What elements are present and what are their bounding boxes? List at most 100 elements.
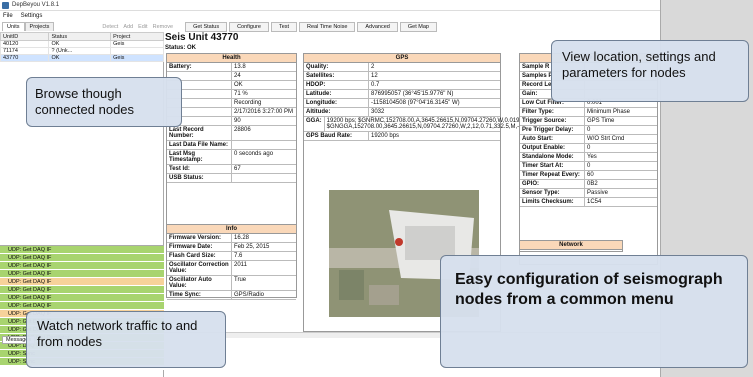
menu-settings[interactable]: Settings xyxy=(21,13,43,19)
table-row[interactable]: 40120 OK Geis xyxy=(0,40,164,48)
info-value: 16.28 xyxy=(234,235,250,241)
info-label: Firmware Version: xyxy=(167,234,232,242)
test-button[interactable]: Test xyxy=(270,21,298,32)
health-label: Test Id: xyxy=(167,165,232,173)
list-item[interactable]: UDP: Get DAQ IF xyxy=(0,302,164,310)
list-item[interactable]: UDP: Get DAQ IF xyxy=(0,278,164,286)
params-label: Standalone Mode: xyxy=(520,153,585,161)
callout-view: View location, settings and parameters f… xyxy=(551,40,749,102)
health-value: 24 xyxy=(234,73,241,79)
toolbar: Units Projects Detect Add Edit Remove Ge… xyxy=(0,21,753,32)
node-table: UnitID Status Project 40120 OK Geis 7117… xyxy=(0,32,164,62)
gps-label: HDOP: xyxy=(304,81,369,89)
get-status-button[interactable]: Get Status xyxy=(185,21,228,32)
info-row: Firmware Version: 16.28 xyxy=(167,234,296,243)
info-label: Flash Card Size: xyxy=(167,252,232,260)
gps-value: 876995057 (36°45'15.9776" N) xyxy=(371,91,454,97)
health-row: 2/17/2016 3:27:00 PM xyxy=(167,108,296,117)
gps-value: 12 xyxy=(371,73,378,79)
col-project[interactable]: Project xyxy=(110,32,164,41)
health-row: 90 xyxy=(167,117,296,126)
health-value: OK xyxy=(234,82,243,88)
gps-row: HDOP: 0.7 xyxy=(304,81,500,90)
list-item[interactable]: UDP: Get DAQ IF xyxy=(0,270,164,278)
gps-row: GPS Baud Rate: 19200 bps xyxy=(304,132,500,141)
list-item[interactable]: UDP: Get DAQ IF xyxy=(0,246,164,254)
params-value: 0 xyxy=(587,163,591,169)
info-label: Oscillator Correction Value: xyxy=(167,261,232,275)
params-label: Timer Start At: xyxy=(520,162,585,170)
params-label: Trigger Source: xyxy=(520,117,585,125)
params-row: Timer Repeat Every: 60 xyxy=(520,171,657,180)
health-value: 71 % xyxy=(234,91,248,97)
get-map-button[interactable]: Get Map xyxy=(399,21,437,32)
edit-button[interactable]: Edit xyxy=(138,24,147,30)
gps-value: -1158104508 (97°04'16.3145" W) xyxy=(371,100,460,106)
title-bar: DepBeyou V1.8.1 xyxy=(0,0,753,11)
params-label: GPIO: xyxy=(520,180,585,188)
status-text: Status: OK xyxy=(165,45,197,51)
real-time-noise-button[interactable]: Real Time Noise xyxy=(299,21,356,32)
params-row: Trigger Source: GPS Time xyxy=(520,117,657,126)
params-value: 0 xyxy=(587,145,591,151)
detect-button[interactable]: Detect xyxy=(102,24,118,30)
gps-label: Altitude: xyxy=(304,108,369,116)
advanced-button[interactable]: Advanced xyxy=(357,21,398,32)
health-label: Battery: xyxy=(167,63,232,71)
tab-units[interactable]: Units xyxy=(2,22,25,31)
gps-row: Altitude: 3032 xyxy=(304,108,500,117)
info-row: Flash Card Size: 7.6 xyxy=(167,252,296,261)
params-label: Timer Repeat Every: xyxy=(520,171,585,179)
configure-button[interactable]: Configure xyxy=(229,21,269,32)
health-label: Last Msg Timestamp: xyxy=(167,150,232,164)
health-row: Recording xyxy=(167,99,296,108)
params-row: Timer Start At: 0 xyxy=(520,162,657,171)
gps-label: Satellites: xyxy=(304,72,369,80)
info-value: Feb 25, 2015 xyxy=(234,244,270,250)
list-item[interactable]: UDP: Get DAQ IF xyxy=(0,262,164,270)
health-header: Health xyxy=(167,54,296,63)
info-row: Firmware Date: Feb 25, 2015 xyxy=(167,243,296,252)
col-status[interactable]: Status xyxy=(48,32,112,41)
health-value: 67 xyxy=(234,166,241,172)
page-title: Seis Unit 43770 xyxy=(165,32,239,43)
health-row: Test Id: 67 xyxy=(167,165,296,174)
params-value: GPS Time xyxy=(587,118,615,124)
health-label: Last Data File Name: xyxy=(167,141,232,149)
callout-config: Easy configuration of seismograph nodes … xyxy=(440,255,748,368)
params-row: GPIO: 0B2 xyxy=(520,180,657,189)
add-button[interactable]: Add xyxy=(123,24,133,30)
health-value: 2/17/2016 3:27:00 PM xyxy=(234,109,294,115)
list-item[interactable]: UDP: Get DAQ IF xyxy=(0,294,164,302)
health-label: Last Record Number: xyxy=(167,126,232,140)
tab-projects[interactable]: Projects xyxy=(24,22,55,31)
info-panel: Info Firmware Version: 16.28 Firmware Date… xyxy=(166,224,297,300)
health-row: 71 % xyxy=(167,90,296,99)
table-row[interactable]: 43770 OK Geis xyxy=(0,54,164,62)
gps-label: Latitude: xyxy=(304,90,369,98)
params-value: Minimum Phase xyxy=(587,109,631,115)
health-row: Last Data File Name: xyxy=(167,141,296,150)
gps-label: GGA: xyxy=(304,117,325,131)
network-header: Network xyxy=(520,241,622,250)
gps-row: Satellites: 12 xyxy=(304,72,500,81)
remove-button[interactable]: Remove xyxy=(153,24,173,30)
info-label: Oscillator Auto Value: xyxy=(167,276,232,290)
params-row: Pre Trigger Delay: 0 xyxy=(520,126,657,135)
gps-header: GPS xyxy=(304,54,500,63)
menu-file[interactable]: File xyxy=(3,13,13,19)
health-value xyxy=(232,174,296,182)
list-item[interactable]: UDP: Get DAQ IF xyxy=(0,286,164,294)
health-value: 28806 xyxy=(234,127,251,133)
info-label: Time Sync: xyxy=(167,291,232,299)
table-row[interactable]: 71174 ? (Unk... xyxy=(0,47,164,55)
health-value xyxy=(232,141,296,149)
params-value: 0B2 xyxy=(587,181,598,187)
list-item[interactable]: UDP: Get DAQ IF xyxy=(0,254,164,262)
params-value: Passive xyxy=(587,190,609,196)
col-unitid[interactable]: UnitID xyxy=(0,32,50,41)
health-panel: Health Battery: 13.8 24 OK 71 % Recording 2/17… xyxy=(166,53,297,246)
health-row: USB Status: xyxy=(167,174,296,183)
gps-row: Longitude: -1158104508 (97°04'16.3145" W) xyxy=(304,99,500,108)
health-value: Recording xyxy=(234,100,262,106)
